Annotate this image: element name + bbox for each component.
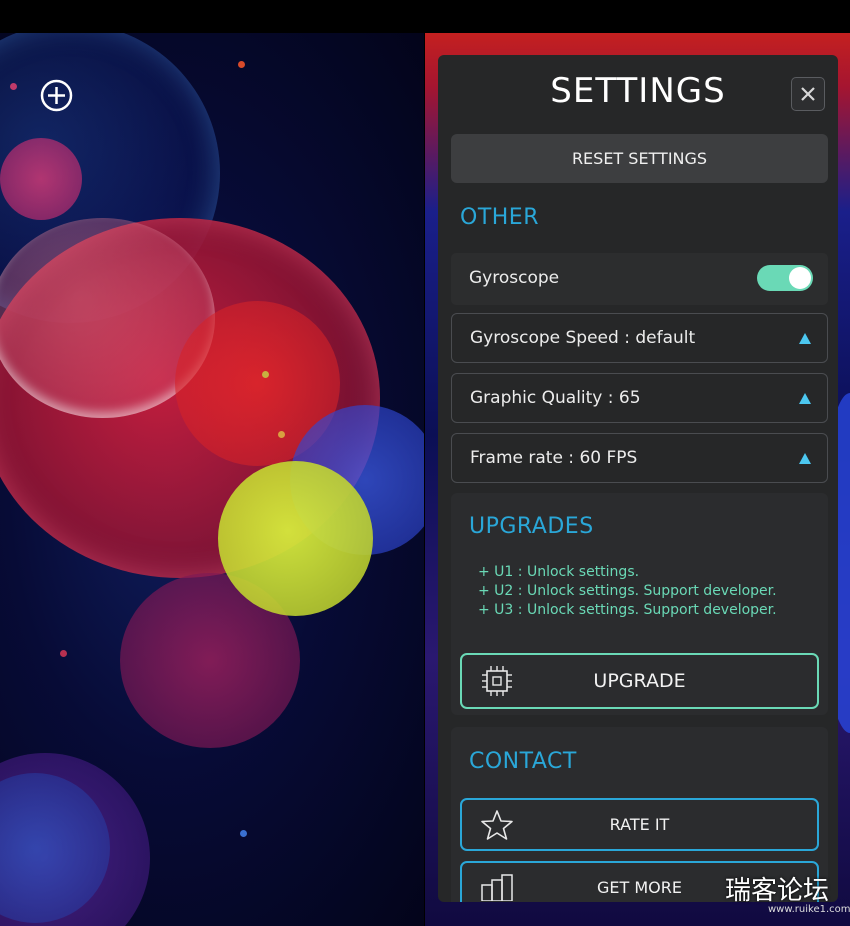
section-heading-contact: CONTACT [469, 749, 577, 774]
settings-panel: SETTINGS RESET SETTINGS OTHER Gyroscope … [438, 55, 838, 902]
upgrade-button-label: UPGRADE [593, 670, 686, 692]
select-label: Frame rate : 60 FPS [470, 448, 638, 468]
chip-icon [482, 666, 512, 696]
rate-it-button[interactable]: RATE IT [460, 798, 819, 851]
bokeh-dot [240, 830, 247, 837]
graphic-quality-select[interactable]: Graphic Quality : 65 [451, 373, 828, 423]
gyroscope-toggle[interactable] [757, 265, 813, 291]
upgrade-list: + U1 : Unlock settings. + U2 : Unlock se… [478, 563, 777, 620]
settings-title: SETTINGS [550, 71, 726, 111]
select-label: Gyroscope Speed : default [470, 328, 696, 348]
bokeh-bubble [0, 138, 82, 220]
bokeh-dot [238, 61, 245, 68]
wallpaper-preview[interactable] [0, 33, 424, 926]
select-label: Graphic Quality : 65 [470, 388, 641, 408]
frame-rate-select[interactable]: Frame rate : 60 FPS [451, 433, 828, 483]
plus-circle-icon[interactable] [40, 79, 73, 112]
close-icon [801, 87, 815, 101]
upgrade-item: + U2 : Unlock settings. Support develope… [478, 583, 777, 599]
bokeh-dot [278, 431, 285, 438]
close-button[interactable] [791, 77, 825, 111]
section-heading-other: OTHER [460, 205, 539, 230]
rate-it-label: RATE IT [609, 815, 670, 834]
triangle-up-icon [799, 393, 811, 404]
bokeh-dot [60, 650, 67, 657]
gyroscope-speed-select[interactable]: Gyroscope Speed : default [451, 313, 828, 363]
apps-stack-icon [481, 874, 513, 901]
bokeh-dot [262, 371, 269, 378]
get-more-label: GET MORE [597, 878, 682, 897]
upgrade-item: + U1 : Unlock settings. [478, 564, 640, 580]
bokeh-bubble [218, 461, 373, 616]
upgrade-button[interactable]: UPGRADE [460, 653, 819, 709]
triangle-up-icon [799, 333, 811, 344]
status-bar [0, 0, 850, 33]
watermark-url: www.ruike1.com [768, 904, 850, 915]
upgrade-item: + U3 : Unlock settings. Support develope… [478, 602, 777, 618]
gyroscope-label: Gyroscope [469, 268, 560, 288]
section-heading-upgrades: UPGRADES [469, 514, 594, 539]
bokeh-dot [10, 83, 17, 90]
reset-settings-button[interactable]: RESET SETTINGS [451, 134, 828, 183]
star-icon [481, 809, 513, 840]
toggle-knob [789, 267, 811, 289]
triangle-up-icon [799, 453, 811, 464]
watermark-logo: 瑞客论坛 [725, 876, 830, 906]
gyroscope-row: Gyroscope [451, 253, 828, 305]
